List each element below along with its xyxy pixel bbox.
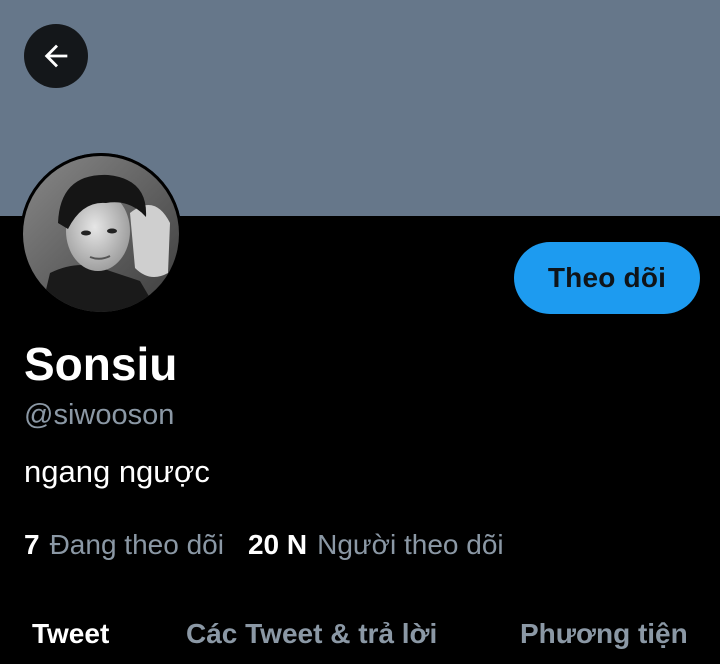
- following-label: Đang theo dõi: [49, 529, 224, 560]
- followers-count: 20 N: [247, 529, 308, 560]
- follow-button[interactable]: Theo dõi: [514, 242, 700, 314]
- tab-media[interactable]: Phương tiện: [520, 616, 688, 652]
- back-button[interactable]: [24, 24, 88, 88]
- following-count: 7: [24, 529, 40, 560]
- tab-tweets-and-replies[interactable]: Các Tweet & trả lời: [186, 616, 437, 652]
- following-link[interactable]: 7 Đang theo dõi: [24, 526, 224, 564]
- user-handle: @siwooson: [24, 399, 175, 431]
- followers-label: Người theo dõi: [317, 529, 504, 560]
- arrow-left-icon: [39, 39, 73, 73]
- tab-tweets[interactable]: Tweet: [32, 616, 109, 652]
- display-name: Sonsiu: [24, 338, 178, 390]
- avatar[interactable]: [20, 153, 182, 315]
- followers-link[interactable]: 20 N Người theo dõi: [248, 526, 504, 564]
- profile-tabs: Tweet Các Tweet & trả lời Phương tiện: [0, 604, 720, 664]
- user-bio: ngang ngược: [24, 454, 210, 489]
- profile-stats: 7 Đang theo dõi 20 N Người theo dõi: [24, 526, 504, 564]
